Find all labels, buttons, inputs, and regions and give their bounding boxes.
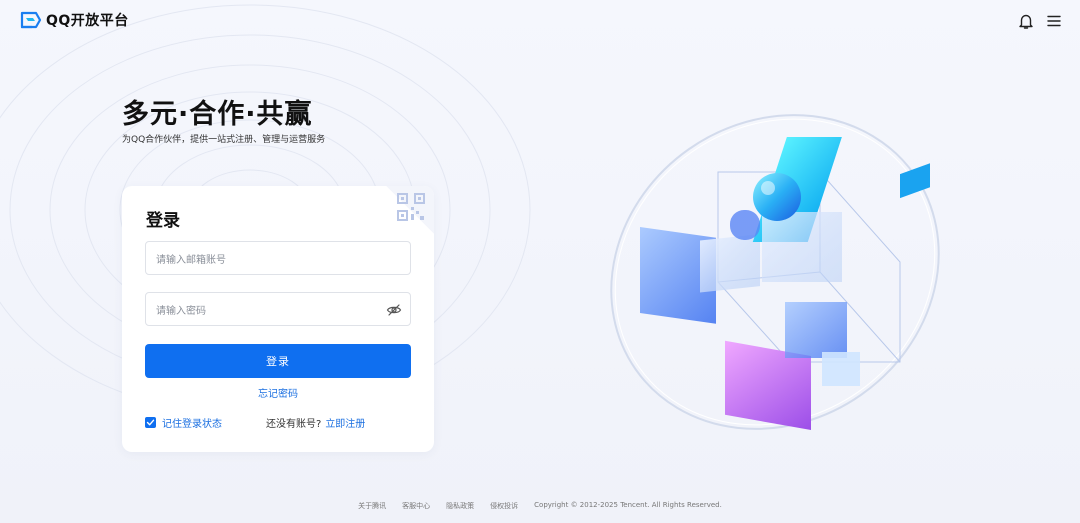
no-account-text: 还没有账号? — [266, 419, 322, 430]
register-prompt: 还没有账号? 立即注册 — [266, 415, 365, 430]
footer: 关于腾讯 客服中心 隐私政策 侵权投诉 Copyright © 2012-202… — [0, 501, 1080, 511]
remember-checkbox[interactable] — [145, 417, 156, 428]
footer-copyright: Copyright © 2012-2025 Tencent. All Right… — [534, 501, 722, 509]
hero-illustration-cubes — [610, 114, 940, 430]
logo-text: QQ开放平台 — [46, 13, 129, 29]
footer-link-about[interactable]: 关于腾讯 — [358, 501, 386, 511]
forgot-password-link[interactable]: 忘记密码 — [122, 385, 434, 400]
qr-code-icon[interactable] — [396, 192, 426, 222]
eye-off-icon[interactable] — [386, 302, 402, 318]
remember-login[interactable]: 记住登录状态 — [145, 415, 222, 430]
footer-link-complaint[interactable]: 侵权投诉 — [490, 501, 518, 511]
logo[interactable]: QQ开放平台 — [18, 10, 129, 30]
login-card: 登录 请输入邮箱账号 请输入密码 登录 忘记密码 记住登录状态 还没有账号? 立… — [122, 186, 434, 452]
login-title: 登录 — [146, 211, 180, 231]
register-link[interactable]: 立即注册 — [325, 415, 365, 430]
password-placeholder: 请输入密码 — [156, 305, 206, 317]
menu-icon[interactable] — [1046, 13, 1062, 29]
login-button[interactable]: 登录 — [145, 344, 411, 378]
footer-link-privacy[interactable]: 隐私政策 — [446, 501, 474, 511]
password-input[interactable]: 请输入密码 — [145, 292, 411, 326]
email-placeholder: 请输入邮箱账号 — [156, 254, 226, 266]
email-input[interactable]: 请输入邮箱账号 — [145, 241, 411, 275]
check-icon — [146, 419, 155, 426]
bell-icon[interactable] — [1017, 12, 1035, 30]
logo-icon — [20, 11, 42, 29]
top-header: QQ开放平台 — [0, 0, 1080, 42]
footer-link-support[interactable]: 客服中心 — [402, 501, 430, 511]
hero-subtitle: 为QQ合作伙伴，提供一站式注册、管理与运营服务 — [122, 135, 326, 145]
remember-label: 记住登录状态 — [162, 419, 222, 430]
hero-title: 多元·合作·共赢 — [122, 99, 313, 130]
